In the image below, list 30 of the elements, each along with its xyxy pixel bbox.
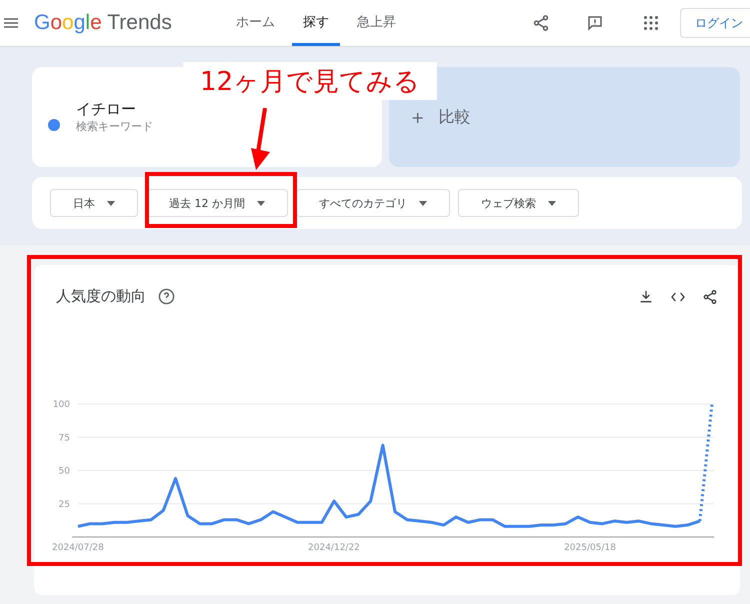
nav-tab[interactable]: 急上昇 xyxy=(346,0,407,46)
filter-dropdown[interactable]: 日本 xyxy=(50,189,138,217)
annotation-overlay: 12ヶ月で見てみる xyxy=(183,62,437,100)
nav-tab[interactable]: ホーム xyxy=(224,0,286,46)
x-tick-label: 2025/05/18 xyxy=(564,543,616,553)
feedback-icon[interactable] xyxy=(586,14,604,32)
login-button[interactable]: ログイン xyxy=(680,8,750,38)
y-tick-label: 50 xyxy=(58,466,70,476)
apps-icon[interactable] xyxy=(644,16,658,30)
download-icon[interactable] xyxy=(638,288,654,304)
filter-dropdown[interactable]: すべてのカテゴリ xyxy=(296,189,450,217)
filter-dropdown[interactable]: 過去 12 か月間 xyxy=(146,189,288,217)
caret-icon xyxy=(107,200,115,206)
google-trends-logo[interactable]: Google Trends xyxy=(34,11,172,35)
caret-icon xyxy=(257,200,265,206)
x-tick-label: 2024/12/22 xyxy=(308,543,360,553)
y-tick-label: 25 xyxy=(58,500,70,510)
help-icon[interactable] xyxy=(158,288,175,305)
card-title: 人気度の動向 xyxy=(56,287,146,306)
search-term-subtitle: 検索キーワード xyxy=(76,119,153,134)
y-tick-label: 75 xyxy=(58,433,70,444)
filter-dropdown[interactable]: ウェブ検索 xyxy=(458,189,579,217)
menu-icon[interactable] xyxy=(4,18,18,28)
x-tick-label: 2024/07/28 xyxy=(52,543,104,553)
caret-icon xyxy=(548,200,556,206)
share-icon[interactable] xyxy=(532,14,550,32)
y-tick-label: 100 xyxy=(52,400,70,410)
search-term: イチロー xyxy=(76,100,137,119)
caret-icon xyxy=(419,200,427,206)
share-icon[interactable] xyxy=(702,288,718,304)
